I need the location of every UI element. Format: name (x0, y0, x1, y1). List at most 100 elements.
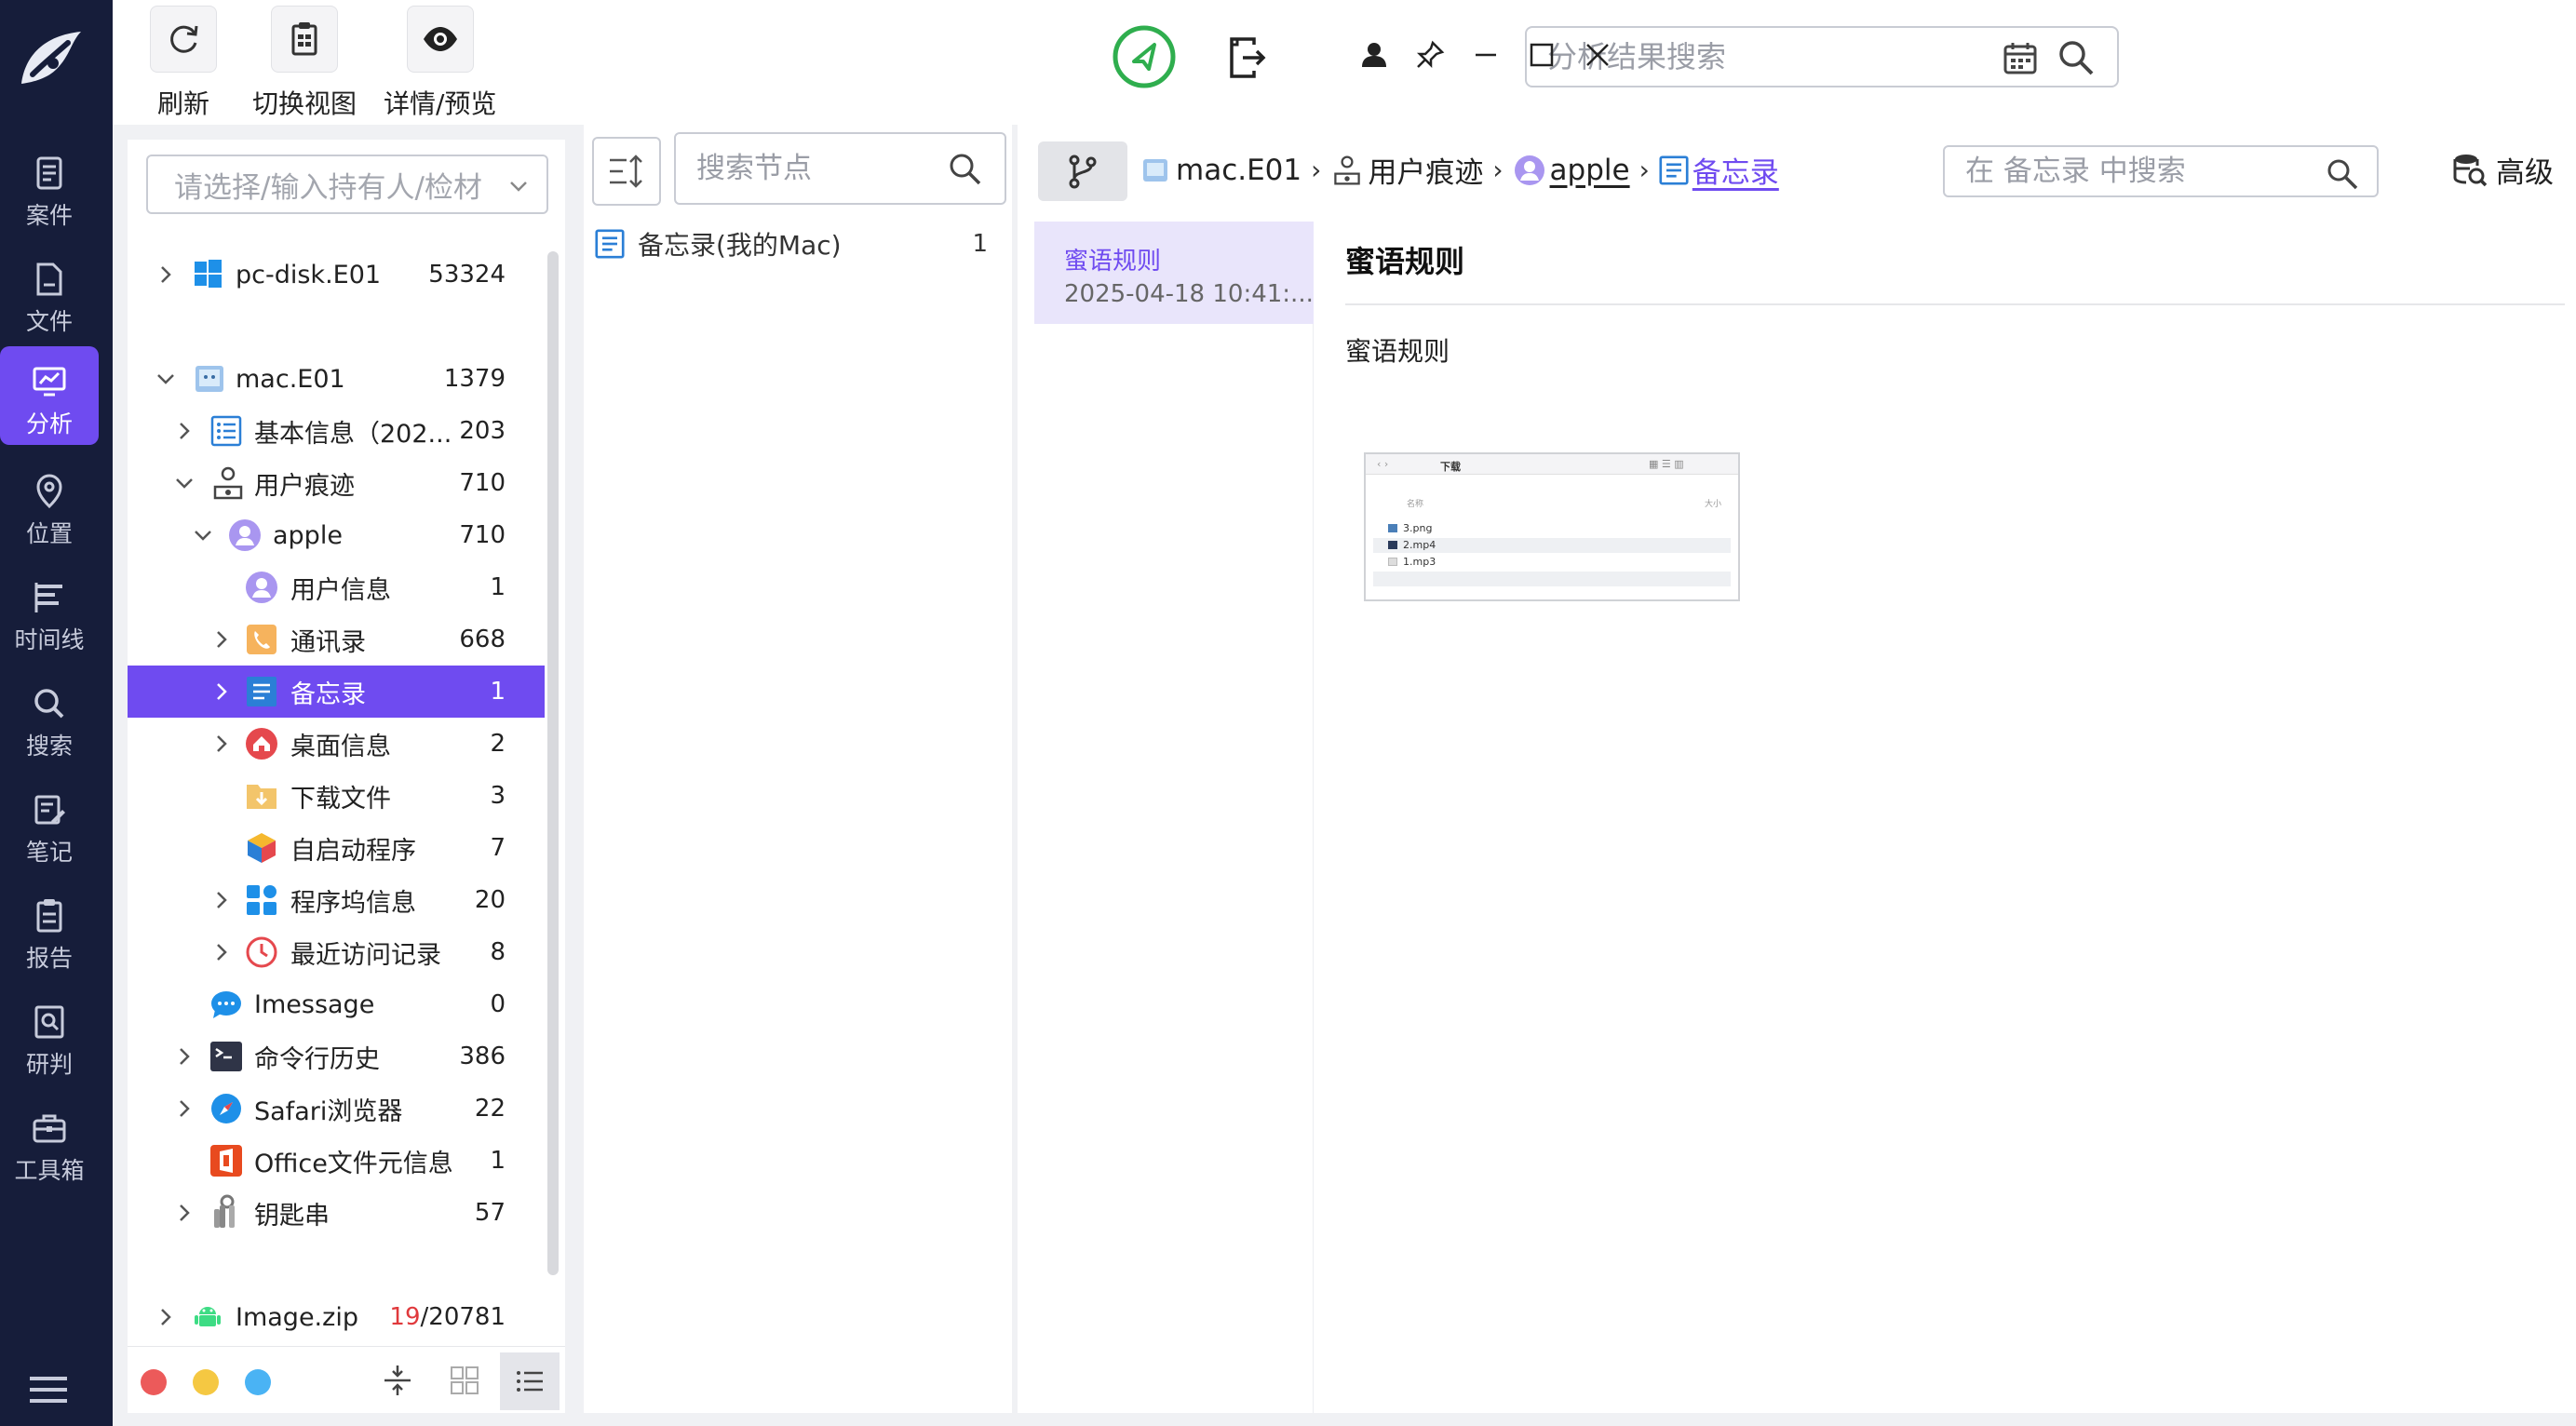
nav-item-label: 时间线 (14, 626, 85, 653)
detail-preview-button[interactable]: 详情/预览 (384, 6, 496, 121)
chevron-right-icon[interactable] (209, 732, 234, 756)
nav-item-analysis[interactable]: 分析 (0, 346, 99, 445)
nav-item-report[interactable]: 报告 (0, 881, 99, 979)
refresh-label: 刷新 (156, 88, 209, 119)
tree-row-basic-info[interactable]: 基本信息（202... 203 (128, 405, 545, 457)
search-icon[interactable] (947, 151, 984, 188)
breadcrumb-item-user-traces[interactable]: 用户痕迹 (1330, 149, 1483, 191)
tree-row-user-traces[interactable]: 用户痕迹 710 (128, 457, 545, 509)
chevron-down-icon[interactable] (191, 523, 215, 547)
yellow-tag-filter[interactable] (193, 1369, 219, 1395)
chevron-right-icon[interactable] (209, 679, 234, 704)
tree-row-keychain[interactable]: 钥匙串 57 (128, 1187, 545, 1239)
tree-row-image-zip[interactable]: Image.zip 19/20781 (128, 1291, 545, 1343)
attachment-folder-name: 下载 (1440, 461, 1461, 473)
tree-row-desktop-info[interactable]: 桌面信息 2 (128, 718, 545, 770)
chevron-right-icon[interactable] (209, 888, 234, 912)
tree-row-label: 钥匙串 (254, 1201, 330, 1231)
chevron-right-icon[interactable] (154, 1305, 178, 1329)
tree-row-pc-disk[interactable]: pc-disk.E01 53324 (128, 249, 545, 301)
attachment-file-row: 3.png (1373, 521, 1731, 536)
tree-row-memo[interactable]: 备忘录 1 (128, 666, 545, 718)
switch-view-button[interactable]: 切换视图 (252, 6, 357, 121)
chevron-right-icon[interactable] (172, 1044, 196, 1069)
tree-row-label: 基本信息（202... (254, 419, 452, 449)
tree-row-startup[interactable]: 自启动程序 7 (128, 822, 545, 874)
nav-item-file[interactable]: 文件 (0, 244, 99, 343)
nav-item-judgement[interactable]: 研判 (0, 987, 99, 1085)
status-ok-icon[interactable] (1112, 24, 1177, 89)
memo-list-item[interactable]: 蜜语规则 2025-04-18 10:41:... (1034, 222, 1314, 324)
holder-select[interactable]: 请选择/输入持有人/检材 (146, 155, 548, 214)
red-tag-filter[interactable] (141, 1369, 167, 1395)
chevron-right-icon[interactable] (209, 627, 234, 652)
chevron-right-icon[interactable] (154, 262, 178, 287)
nav-item-label: 分析 (25, 410, 73, 437)
chevron-right-icon[interactable] (172, 1096, 196, 1121)
tree-row-count: 53324 (428, 261, 506, 289)
tree-row-label: 通讯录 (290, 627, 366, 657)
tree-row-mac[interactable]: mac.E01 1379 (128, 353, 545, 405)
pin-icon[interactable] (1414, 39, 1446, 71)
breadcrumb-item-mac[interactable]: mac.E01 (1139, 154, 1301, 187)
memo-icon (247, 677, 276, 706)
tree-row-imessage[interactable]: Imessage 0 (128, 978, 545, 1030)
attachment-file-row: 2.mp4 (1373, 538, 1731, 553)
branch-view-button[interactable] (1038, 141, 1127, 201)
search-icon[interactable] (2056, 37, 2097, 78)
nav-item-toolbox[interactable]: 工具箱 (0, 1093, 99, 1191)
nav-item-notes[interactable]: 笔记 (0, 774, 99, 873)
nav-item-case[interactable]: 案件 (0, 138, 99, 236)
nav-item-search[interactable]: 搜索 (0, 668, 99, 767)
tree-row-user-info[interactable]: 用户信息 1 (128, 561, 545, 613)
blue-tag-filter[interactable] (245, 1369, 271, 1395)
maximize-icon[interactable] (1526, 39, 1558, 71)
memo-search-input[interactable] (1965, 155, 2319, 188)
advanced-search-button[interactable]: 高级 (2451, 149, 2554, 191)
tree-row-office[interactable]: Office文件元信息 1 (128, 1135, 545, 1187)
nav-item-timeline[interactable]: 时间线 (0, 562, 99, 661)
tree-row-count: 1 (490, 573, 506, 601)
tree-row-dock[interactable]: 程序坞信息 20 (128, 874, 545, 926)
tree-row-label: 用户信息 (290, 575, 391, 605)
tree-row-safari[interactable]: Safari浏览器 22 (128, 1083, 545, 1135)
back-forward-icon: ‹ › (1377, 458, 1389, 470)
collapse-all-icon[interactable] (379, 1362, 416, 1399)
tree-row-label: Office文件元信息 (254, 1149, 453, 1178)
chevron-down-icon[interactable] (172, 471, 196, 495)
search-icon (34, 689, 64, 719)
breadcrumb-item-memo[interactable]: 备忘录 (1659, 149, 1779, 191)
tree-scrollbar[interactable] (547, 251, 559, 1275)
chevron-down-icon[interactable] (154, 367, 178, 391)
tree-row-label: Safari浏览器 (254, 1096, 403, 1126)
refresh-button[interactable]: 刷新 (150, 6, 217, 121)
user-icon[interactable] (1358, 39, 1390, 71)
tree-row-recent[interactable]: 最近访问记录 8 (128, 926, 545, 978)
close-icon[interactable] (1582, 39, 1613, 71)
user-traces-icon (1334, 155, 1361, 185)
tree-row-shell-history[interactable]: 命令行历史 386 (128, 1030, 545, 1083)
list-view-button[interactable] (500, 1352, 560, 1410)
tree-row-contacts[interactable]: 通讯录 668 (128, 613, 545, 666)
memo-attachment-image[interactable]: ‹ › 下载 ▦ ☰ ▥ 名称 大小 3.png 2.mp4 1.mp3 (1364, 452, 1740, 601)
node-item-memo[interactable]: 备忘录(我的Mac) 1 (589, 218, 1003, 270)
node-search-input[interactable] (696, 152, 938, 185)
export-icon[interactable] (1226, 35, 1269, 80)
chevron-right-icon[interactable] (172, 1201, 196, 1225)
search-icon[interactable] (2325, 156, 2360, 192)
nav-item-location[interactable]: 位置 (0, 456, 99, 555)
tree-row-apple[interactable]: apple 710 (128, 509, 545, 561)
chevron-right-icon[interactable] (209, 940, 234, 964)
tree-row-count: 3 (490, 782, 506, 810)
menu-icon[interactable] (28, 1373, 69, 1406)
chevron-right-icon[interactable] (172, 419, 196, 443)
breadcrumb-item-apple[interactable]: apple (1513, 154, 1630, 187)
grid-view-icon[interactable] (446, 1362, 483, 1399)
detail-preview-label: 详情/预览 (384, 88, 497, 119)
sort-button[interactable] (592, 137, 661, 206)
calendar-icon[interactable] (2002, 39, 2039, 76)
minimize-icon[interactable] (1470, 39, 1502, 71)
left-nav: 案件 文件 分析 位置 时间线 搜索 笔记 报告 研判 工具箱 (0, 0, 113, 1426)
tree-row-downloads[interactable]: 下载文件 3 (128, 770, 545, 822)
switch-view-icon (291, 22, 317, 56)
